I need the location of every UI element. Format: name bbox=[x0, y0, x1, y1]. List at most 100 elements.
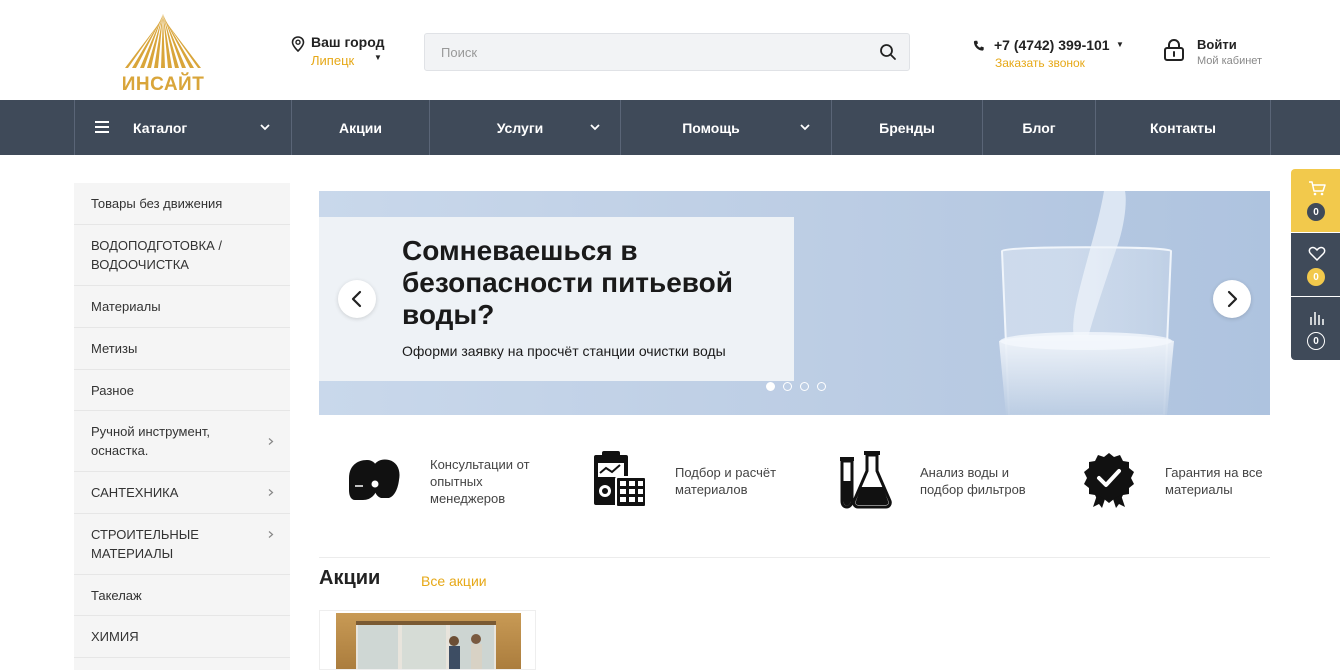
feature-text: Консультации от опытных менеджеров bbox=[430, 457, 530, 506]
main-nav: Каталог Акции Услуги Помощь Бренды Блог … bbox=[0, 100, 1340, 155]
location-pin-icon bbox=[291, 36, 305, 52]
compare-widget[interactable]: 0 bbox=[1291, 297, 1340, 360]
chevron-right-icon bbox=[1227, 290, 1238, 308]
chevron-down-icon bbox=[260, 124, 270, 131]
feature-item: Консультации от опытных менеджеров bbox=[345, 448, 565, 512]
caret-down-icon[interactable]: ▼ bbox=[1116, 40, 1124, 49]
sidebar-item[interactable]: Ручной инструмент, оснастка. bbox=[74, 411, 290, 472]
all-promos-link[interactable]: Все акции bbox=[421, 573, 487, 589]
catalog-sidebar: Товары без движения ВОДОПОДГОТОВКА / ВОД… bbox=[74, 183, 290, 670]
feature-text: Подбор и расчёт материалов bbox=[675, 465, 777, 497]
feature-text: Гарантия на все материалы bbox=[1165, 465, 1263, 497]
slider-dot[interactable] bbox=[766, 382, 775, 391]
sidebar-item-label: Ручной инструмент, оснастка. bbox=[91, 424, 211, 458]
feature-item: Подбор и расчёт материалов bbox=[590, 448, 810, 512]
favorites-widget[interactable]: 0 bbox=[1291, 233, 1340, 296]
nav-label: Помощь bbox=[682, 119, 740, 136]
nav-label: Контакты bbox=[1149, 119, 1216, 136]
phone-icon bbox=[973, 40, 984, 51]
banner-title: Сомневаешься в безопасности питьевой вод… bbox=[402, 235, 733, 330]
nav-item-promo[interactable]: Акции bbox=[291, 100, 429, 155]
sidebar-item[interactable]: СТРОИТЕЛЬНЫЕ МАТЕРИАЛЫ bbox=[74, 514, 290, 575]
phone-block: +7 (4742) 399-101 ▼ Заказать звонок bbox=[970, 36, 1140, 76]
sidebar-item[interactable]: Метизы bbox=[74, 328, 290, 370]
nav-item-contacts[interactable]: Контакты bbox=[1095, 100, 1271, 155]
sidebar-item-label: СТРОИТЕЛЬНЫЕ МАТЕРИАЛЫ bbox=[91, 527, 199, 561]
slider-dot[interactable] bbox=[783, 382, 792, 391]
sidebar-item-label: САНТЕХНИКА bbox=[91, 485, 179, 500]
sidebar-item[interactable]: Такелаж bbox=[74, 575, 290, 616]
banner-subtitle: Оформи заявку на просчёт станции очистки… bbox=[402, 343, 726, 359]
slider-dot[interactable] bbox=[800, 382, 809, 391]
heart-icon bbox=[1308, 246, 1326, 262]
cart-count-badge: 0 bbox=[1307, 203, 1325, 221]
promo-section-title: Акции bbox=[319, 567, 381, 589]
promo-card[interactable] bbox=[319, 610, 536, 670]
login-block[interactable]: Войти Мой кабинет bbox=[1162, 36, 1282, 76]
slider-prev-button[interactable] bbox=[338, 280, 376, 318]
banner-slider[interactable]: Сомневаешься в безопасности питьевой вод… bbox=[319, 191, 1270, 415]
sidebar-item-label: ХИМИЯ bbox=[91, 629, 139, 644]
nav-label: Услуги bbox=[496, 119, 544, 136]
feature-item: Гарантия на все материалы bbox=[1081, 448, 1271, 512]
search-bar bbox=[424, 33, 910, 71]
chevron-left-icon bbox=[351, 290, 362, 308]
feature-text: Анализ воды и подбор фильтров bbox=[920, 465, 1026, 497]
my-account-link[interactable]: Мой кабинет bbox=[1197, 55, 1262, 67]
slider-dot[interactable] bbox=[817, 382, 826, 391]
slider-next-button[interactable] bbox=[1213, 280, 1251, 318]
sidebar-item[interactable]: САНТЕХНИКА bbox=[74, 472, 290, 514]
nav-item-blog[interactable]: Блог bbox=[982, 100, 1095, 155]
sidebar-item-label: Разное bbox=[91, 382, 134, 398]
sidebar-item[interactable]: Материалы bbox=[74, 286, 290, 328]
sidebar-item-label: Материалы bbox=[91, 299, 161, 314]
nav-label: Блог bbox=[1022, 119, 1056, 136]
cart-widget[interactable]: 0 bbox=[1291, 169, 1340, 232]
chevron-right-icon bbox=[268, 531, 274, 538]
search-input[interactable] bbox=[425, 34, 865, 70]
favorites-count-badge: 0 bbox=[1307, 268, 1325, 286]
floating-widget: 0 0 0 bbox=[1291, 169, 1340, 360]
city-value[interactable]: Липецк bbox=[311, 53, 354, 68]
sidebar-item[interactable]: Товары без движения bbox=[74, 183, 290, 225]
sidebar-item-label: ВОДОПОДГОТОВКА / ВОДООЧИСТКА bbox=[91, 238, 222, 272]
promo-image bbox=[336, 613, 521, 669]
nav-label: Бренды bbox=[879, 119, 935, 136]
nav-label: Каталог bbox=[133, 119, 188, 136]
sidebar-item-label: Товары без движения bbox=[91, 196, 223, 211]
chevron-right-icon bbox=[268, 438, 274, 445]
sidebar-item-label: Такелаж bbox=[91, 587, 142, 603]
callback-link[interactable]: Заказать звонок bbox=[995, 56, 1085, 70]
logo[interactable]: ИНСАЙТ bbox=[118, 10, 208, 95]
nav-label: Акции bbox=[339, 119, 382, 136]
sidebar-item-label: Метизы bbox=[91, 341, 138, 356]
feature-item: Анализ воды и подбор фильтров bbox=[836, 448, 1056, 512]
guarantee-badge-icon bbox=[1084, 453, 1134, 508]
logo-text: ИНСАЙТ bbox=[121, 74, 205, 95]
hamburger-icon bbox=[95, 121, 109, 133]
sidebar-item[interactable] bbox=[74, 658, 290, 670]
login-link[interactable]: Войти bbox=[1197, 37, 1237, 52]
phone-number[interactable]: +7 (4742) 399-101 bbox=[994, 37, 1110, 53]
sidebar-item[interactable]: ХИМИЯ bbox=[74, 616, 290, 658]
room-window-image bbox=[356, 621, 496, 669]
city-label: Ваш город bbox=[311, 34, 385, 50]
search-icon[interactable] bbox=[879, 43, 897, 61]
chevron-down-icon bbox=[800, 124, 810, 131]
sidebar-item[interactable]: Разное bbox=[74, 370, 290, 411]
nav-item-services[interactable]: Услуги bbox=[429, 100, 620, 155]
logo-sunburst-icon bbox=[125, 14, 201, 68]
city-selector[interactable]: Ваш город Липецк ▼ bbox=[290, 34, 400, 74]
caret-down-icon: ▼ bbox=[374, 53, 382, 62]
nav-item-catalog[interactable]: Каталог bbox=[74, 100, 291, 155]
calculator-icon bbox=[594, 451, 647, 508]
sidebar-item[interactable]: ВОДОПОДГОТОВКА / ВОДООЧИСТКА bbox=[74, 225, 290, 286]
lock-icon bbox=[1164, 38, 1184, 61]
nav-item-brands[interactable]: Бренды bbox=[831, 100, 982, 155]
consultation-icon bbox=[349, 459, 400, 500]
chevron-right-icon bbox=[268, 489, 274, 496]
divider bbox=[319, 557, 1270, 558]
lab-flask-icon bbox=[840, 451, 892, 509]
nav-item-help[interactable]: Помощь bbox=[620, 100, 831, 155]
cart-icon bbox=[1309, 181, 1326, 196]
